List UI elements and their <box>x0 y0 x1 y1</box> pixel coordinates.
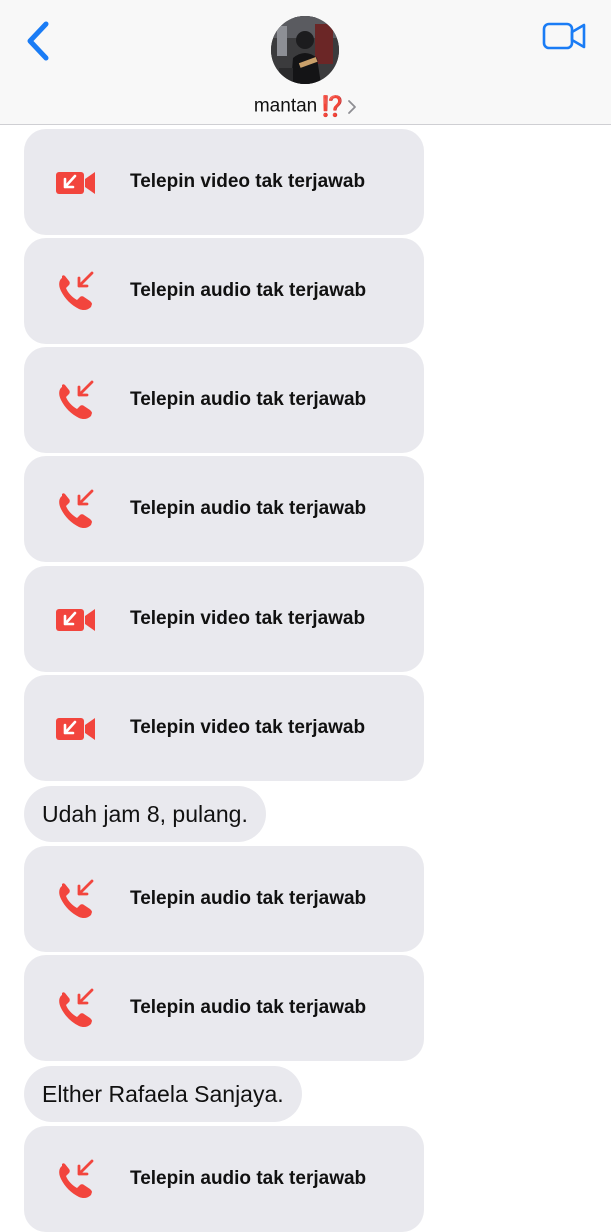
contact-name-row[interactable]: mantan ⁉️ <box>0 94 611 119</box>
missed-video-call-bubble[interactable]: Telepin video tak terjawab <box>24 675 424 781</box>
call-label: Telepin video tak terjawab <box>130 608 366 629</box>
message-thread: Telepin video tak terjawab Telepin audio… <box>0 0 611 1232</box>
missed-video-call-icon <box>56 609 95 631</box>
missed-audio-call-icon <box>59 489 94 529</box>
call-label: Telepin video tak terjawab <box>130 171 366 192</box>
call-label: Telepin audio tak terjawab <box>130 280 367 301</box>
missed-video-call-bubble[interactable]: Telepin video tak terjawab <box>24 129 424 235</box>
back-button[interactable] <box>20 18 60 66</box>
contact-emoji: ⁉️ <box>320 96 346 118</box>
call-label: Telepin audio tak terjawab <box>130 888 367 909</box>
missed-audio-call-icon <box>59 879 94 919</box>
avatar-photo <box>271 16 339 84</box>
missed-video-call-icon <box>56 718 95 740</box>
text-message-bubble[interactable]: Elther Rafaela Sanjaya. <box>24 1066 302 1122</box>
missed-audio-call-bubble[interactable]: Telepin audio tak terjawab <box>24 955 424 1061</box>
call-label: Telepin audio tak terjawab <box>130 997 367 1018</box>
facetime-video-button[interactable] <box>540 18 588 54</box>
missed-audio-call-icon <box>59 271 94 311</box>
missed-audio-call-icon <box>59 1159 94 1199</box>
video-camera-icon <box>542 22 586 50</box>
missed-audio-call-bubble[interactable]: Telepin audio tak terjawab <box>24 456 424 562</box>
call-label: Telepin audio tak terjawab <box>130 1168 367 1189</box>
missed-audio-call-icon <box>59 380 94 420</box>
call-label: Telepin audio tak terjawab <box>130 498 367 519</box>
text-message-bubble[interactable]: Udah jam 8, pulang. <box>24 786 266 842</box>
missed-audio-call-bubble[interactable]: Telepin audio tak terjawab <box>24 238 424 344</box>
missed-video-call-bubble[interactable]: Telepin video tak terjawab <box>24 566 424 672</box>
missed-audio-call-icon <box>59 988 94 1028</box>
missed-audio-call-bubble[interactable]: Telepin audio tak terjawab <box>24 1126 424 1232</box>
missed-audio-call-bubble[interactable]: Telepin audio tak terjawab <box>24 347 424 453</box>
conversation-header: mantan ⁉️ <box>0 0 611 125</box>
call-label: Telepin audio tak terjawab <box>130 389 367 410</box>
missed-video-call-icon <box>56 172 95 194</box>
call-label: Telepin video tak terjawab <box>130 717 366 738</box>
chevron-left-icon <box>27 21 49 61</box>
missed-audio-call-bubble[interactable]: Telepin audio tak terjawab <box>24 846 424 952</box>
contact-name: mantan <box>253 95 318 117</box>
contact-avatar[interactable] <box>271 16 339 84</box>
chevron-right-icon <box>348 99 357 114</box>
